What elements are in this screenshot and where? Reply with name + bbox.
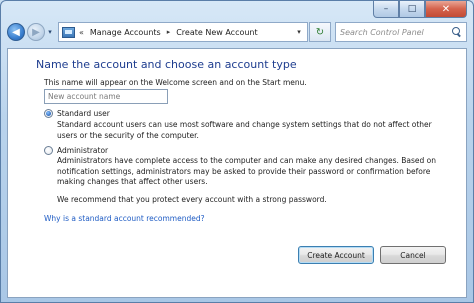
back-arrow-icon: ◀ [12, 26, 20, 38]
address-bar[interactable]: « Manage Accounts ▸ Create New Account ▾ [58, 22, 308, 42]
administrator-label[interactable]: Administrator [57, 146, 108, 155]
maximize-button[interactable]: □ [399, 1, 425, 18]
search-box [335, 22, 467, 42]
cancel-button[interactable]: Cancel [380, 246, 446, 264]
standard-user-option[interactable]: Standard user [44, 109, 110, 118]
refresh-icon: ↻ [315, 26, 325, 38]
page-title: Name the account and choose an account t… [36, 58, 297, 71]
standard-user-radio[interactable] [44, 109, 53, 118]
close-window-button[interactable]: ✕ [425, 1, 467, 18]
standard-user-description: Standard account users can use most soft… [57, 120, 432, 140]
address-dropdown-icon[interactable]: ▾ [294, 28, 304, 36]
account-name-input[interactable] [44, 89, 168, 104]
standard-account-help-link[interactable]: Why is a standard account recommended? [44, 214, 205, 223]
search-input[interactable] [340, 27, 452, 37]
create-account-window: – □ ✕ ◀ ▶ ▾ « Manage Accounts ▸ Create N… [0, 0, 474, 303]
close-icon: ✕ [441, 3, 451, 15]
control-panel-icon [62, 26, 75, 38]
search-icon[interactable] [452, 27, 462, 37]
breadcrumb-overflow[interactable]: « [79, 28, 84, 37]
maximize-icon: □ [407, 4, 417, 14]
administrator-description: Administrators have complete access to t… [57, 156, 437, 186]
administrator-option[interactable]: Administrator [44, 146, 108, 155]
breadcrumb-create-new-account[interactable]: Create New Account [174, 28, 259, 37]
standard-user-label[interactable]: Standard user [57, 109, 110, 118]
caption-buttons: – □ ✕ [373, 1, 467, 18]
breadcrumb-separator[interactable]: ▸ [167, 28, 171, 36]
refresh-button[interactable]: ↻ [309, 22, 331, 42]
back-button[interactable]: ◀ [7, 23, 25, 41]
name-instructions: This name will appear on the Welcome scr… [44, 78, 307, 87]
main-content: Name the account and choose an account t… [7, 48, 467, 298]
forward-arrow-icon: ▶ [32, 26, 40, 38]
breadcrumb-manage-accounts[interactable]: Manage Accounts [88, 28, 163, 37]
chevron-down-icon: ▾ [48, 28, 52, 36]
administrator-radio[interactable] [44, 146, 53, 155]
navigation-bar: ◀ ▶ ▾ « Manage Accounts ▸ Create New Acc… [7, 21, 467, 43]
minimize-button[interactable]: – [373, 1, 399, 18]
password-recommendation: We recommend that you protect every acco… [57, 195, 327, 204]
forward-button[interactable]: ▶ [27, 23, 45, 41]
minimize-icon: – [383, 4, 389, 14]
create-account-button[interactable]: Create Account [298, 246, 374, 264]
recent-pages-dropdown[interactable]: ▾ [46, 28, 54, 36]
